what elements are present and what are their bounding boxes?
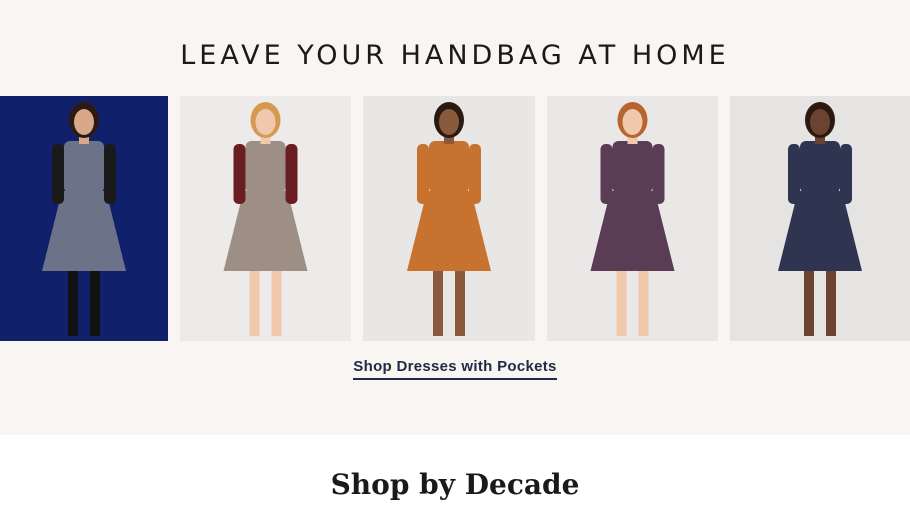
product-image-grey-print-pinafore-dress[interactable] bbox=[0, 96, 168, 341]
model-photo bbox=[547, 96, 718, 341]
product-image-navy-geometric-dress[interactable] bbox=[730, 96, 910, 341]
promo-section: LEAVE YOUR HANDBAG AT HOME Shop Dresses … bbox=[0, 0, 910, 435]
shop-by-decade-heading: Shop by Decade bbox=[330, 468, 580, 501]
section-heading: LEAVE YOUR HANDBAG AT HOME bbox=[180, 40, 730, 71]
product-image-plaid-pinafore-dress[interactable] bbox=[180, 96, 351, 341]
model-photo bbox=[0, 96, 168, 341]
shop-link-container: Shop Dresses with Pockets bbox=[0, 356, 910, 380]
model-photo bbox=[363, 96, 535, 341]
product-image-purple-print-dress[interactable] bbox=[547, 96, 718, 341]
model-photo bbox=[730, 96, 910, 341]
model-photo bbox=[180, 96, 351, 341]
shop-dresses-with-pockets-link[interactable]: Shop Dresses with Pockets bbox=[353, 358, 557, 380]
product-row bbox=[0, 96, 910, 341]
product-image-fox-print-orange-dress[interactable] bbox=[363, 96, 535, 341]
